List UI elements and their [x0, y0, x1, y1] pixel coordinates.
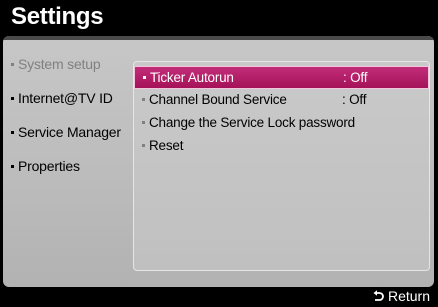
return-arrow-icon: [373, 288, 384, 304]
panel-top-strip: [3, 36, 434, 40]
title-bar: Settings: [0, 0, 438, 36]
side-item-label: Properties: [11, 158, 80, 174]
submenu-item-channel-bound-service[interactable]: Channel Bound Service : Off: [134, 89, 429, 112]
side-item-system-setup[interactable]: System setup: [11, 56, 133, 90]
submenu-list: Ticker Autorun : Off Channel Bound Servi…: [134, 66, 429, 158]
return-label: Return: [387, 288, 430, 304]
side-item-label: Service Manager: [11, 124, 121, 140]
bullet-icon: [11, 164, 14, 168]
bullet-icon: [142, 143, 145, 147]
submenu-item-label: Channel Bound Service: [142, 92, 287, 107]
submenu-panel: Ticker Autorun : Off Channel Bound Servi…: [133, 61, 430, 271]
bullet-icon: [142, 120, 145, 124]
bullet-icon: [11, 62, 14, 66]
submenu-item-value: : Off: [343, 70, 368, 85]
side-item-label: System setup: [11, 56, 101, 72]
submenu-item-change-service-lock-password[interactable]: Change the Service Lock password: [134, 112, 429, 135]
bullet-icon: [142, 97, 145, 101]
bottom-bar: Return: [0, 287, 438, 307]
submenu-item-label: Ticker Autorun: [143, 70, 234, 85]
bullet-icon: [11, 96, 14, 100]
submenu-item-ticker-autorun[interactable]: Ticker Autorun : Off: [134, 66, 429, 89]
submenu-item-reset[interactable]: Reset: [134, 135, 429, 158]
side-menu: System setup Internet@TV ID Service Mana…: [11, 56, 133, 192]
tv-settings-screen: Settings System setup Internet@TV ID Ser…: [0, 0, 438, 307]
page-title: Settings: [11, 3, 104, 30]
submenu-item-value: : Off: [342, 92, 367, 107]
side-item-label: Internet@TV ID: [11, 90, 113, 106]
side-item-service-manager[interactable]: Service Manager: [11, 124, 133, 158]
bullet-icon: [143, 75, 146, 79]
side-item-internet-tv-id[interactable]: Internet@TV ID: [11, 90, 133, 124]
submenu-item-label: Reset: [142, 138, 183, 153]
submenu-item-label: Change the Service Lock password: [142, 115, 355, 130]
side-item-properties[interactable]: Properties: [11, 158, 133, 192]
settings-panel: System setup Internet@TV ID Service Mana…: [3, 36, 434, 287]
return-button[interactable]: Return: [373, 288, 430, 304]
bullet-icon: [11, 130, 14, 134]
